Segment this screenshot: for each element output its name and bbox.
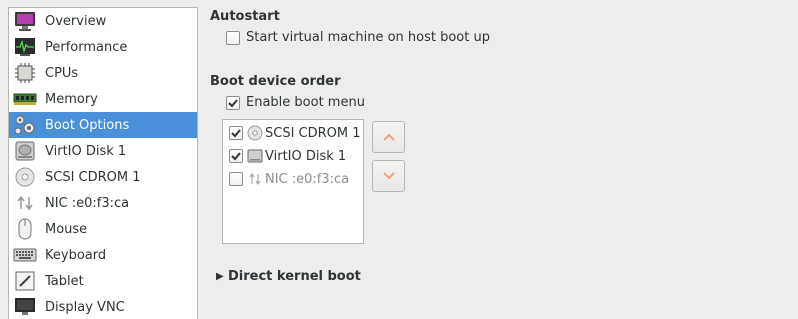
sidebar-item-label: Boot Options — [45, 117, 130, 133]
sidebar-item-keyboard[interactable]: Keyboard — [9, 242, 197, 268]
hard-disk-icon — [13, 139, 37, 163]
sidebar-item-label: SCSI CDROM 1 — [45, 169, 141, 185]
sidebar-item-memory[interactable]: Memory — [9, 86, 197, 112]
enable-boot-menu-row[interactable]: Enable boot menu — [226, 95, 365, 110]
sidebar-item-boot-options[interactable]: Boot Options — [9, 112, 197, 138]
boot-device-row[interactable]: VirtIO Disk 1 — [229, 146, 346, 166]
boot-device-checkbox[interactable] — [229, 172, 243, 186]
boot-device-label: NIC :e0:f3:ca — [265, 171, 350, 187]
checkmark-icon — [228, 98, 238, 107]
network-icon — [13, 191, 37, 215]
enable-boot-menu-checkbox[interactable] — [226, 95, 240, 110]
sidebar-item-display-vnc[interactable]: Display VNC — [9, 294, 197, 319]
cdrom-icon — [247, 125, 263, 141]
network-icon — [247, 171, 263, 187]
autostart-checkbox[interactable] — [226, 30, 240, 45]
cpu-icon — [13, 61, 37, 85]
sidebar-item-nic[interactable]: NIC :e0:f3:ca — [9, 190, 197, 216]
sidebar-item-label: Tablet — [45, 273, 84, 289]
boot-order-heading: Boot device order — [210, 74, 341, 89]
sidebar-item-label: Overview — [45, 13, 107, 29]
tablet-icon — [13, 269, 37, 293]
sidebar-item-label: NIC :e0:f3:ca — [45, 195, 130, 211]
autostart-checkbox-label: Start virtual machine on host boot up — [246, 30, 490, 45]
cdrom-icon — [13, 165, 37, 189]
sidebar-item-label: Performance — [45, 39, 128, 55]
sidebar-item-label: Display VNC — [45, 299, 125, 315]
hard-disk-icon — [247, 148, 263, 164]
performance-icon — [13, 35, 37, 59]
sidebar-item-performance[interactable]: Performance — [9, 34, 197, 60]
sidebar-item-label: CPUs — [45, 65, 79, 81]
enable-boot-menu-label: Enable boot menu — [246, 95, 365, 110]
autostart-checkbox-row[interactable]: Start virtual machine on host boot up — [226, 30, 490, 45]
autostart-heading: Autostart — [210, 9, 280, 24]
overview-icon — [13, 9, 37, 33]
checkmark-icon — [231, 129, 241, 138]
boot-device-list[interactable]: SCSI CDROM 1 VirtIO Disk 1 NIC :e0:f3:ca — [222, 119, 364, 244]
boot-device-checkbox[interactable] — [229, 149, 243, 163]
sidebar-item-cpus[interactable]: CPUs — [9, 60, 197, 86]
chevron-down-icon — [382, 172, 395, 180]
sidebar-item-label: VirtIO Disk 1 — [45, 143, 127, 159]
expander-arrow-icon: ▶ — [216, 271, 224, 282]
sidebar-item-label: Mouse — [45, 221, 88, 237]
sidebar-item-virtio-disk[interactable]: VirtIO Disk 1 — [9, 138, 197, 164]
boot-device-row[interactable]: SCSI CDROM 1 — [229, 123, 361, 143]
move-down-button[interactable] — [372, 160, 405, 192]
sidebar-item-label: Keyboard — [45, 247, 107, 263]
move-up-button[interactable] — [372, 121, 405, 153]
boot-device-label: VirtIO Disk 1 — [265, 148, 347, 164]
sidebar-item-label: Memory — [45, 91, 98, 107]
sidebar-item-mouse[interactable]: Mouse — [9, 216, 197, 242]
hardware-list[interactable]: Overview Performance CPUs Memory Boot Op… — [8, 7, 198, 319]
keyboard-icon — [13, 243, 37, 267]
boot-device-row[interactable]: NIC :e0:f3:ca — [229, 169, 349, 189]
boot-device-checkbox[interactable] — [229, 126, 243, 140]
boot-options-icon — [13, 113, 37, 137]
display-icon — [13, 295, 37, 319]
direct-kernel-boot-label: Direct kernel boot — [228, 269, 361, 284]
sidebar-item-tablet[interactable]: Tablet — [9, 268, 197, 294]
boot-device-label: SCSI CDROM 1 — [265, 125, 361, 141]
sidebar-item-scsi-cdrom[interactable]: SCSI CDROM 1 — [9, 164, 197, 190]
mouse-icon — [13, 217, 37, 241]
checkmark-icon — [231, 152, 241, 161]
memory-icon — [13, 87, 37, 111]
chevron-up-icon — [382, 133, 395, 141]
direct-kernel-boot-expander[interactable]: ▶ Direct kernel boot — [216, 269, 361, 284]
sidebar-item-overview[interactable]: Overview — [9, 8, 197, 34]
